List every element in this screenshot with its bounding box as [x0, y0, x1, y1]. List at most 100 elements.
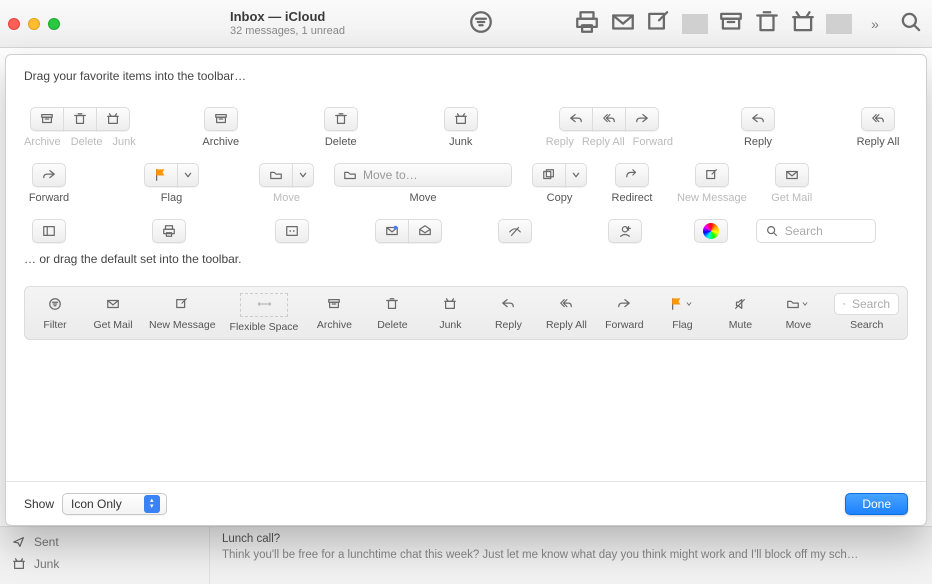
- def-mute[interactable]: Mute: [718, 293, 762, 332]
- print-icon: [152, 219, 186, 243]
- def-replyall[interactable]: Reply All: [544, 293, 588, 332]
- item-forward[interactable]: Forward: [24, 163, 74, 205]
- message-preview: Lunch call? Think you'll be free for a l…: [210, 527, 932, 584]
- message-subject: Lunch call?: [222, 531, 920, 547]
- forward-icon: [625, 107, 659, 131]
- def-flexible-space[interactable]: ⟷Flexible Space: [230, 293, 299, 334]
- archive-icon[interactable]: [718, 9, 744, 38]
- def-newmessage[interactable]: New Message: [149, 293, 216, 332]
- chevron-down-icon: [292, 163, 314, 187]
- def-forward[interactable]: Forward: [602, 293, 646, 332]
- item-unread-read[interactable]: Unread Read: [371, 219, 445, 247]
- def-flag[interactable]: Flag: [660, 293, 704, 332]
- def-filter[interactable]: Filter: [33, 293, 77, 332]
- def-search[interactable]: Search Search: [834, 293, 899, 332]
- item-sidebar[interactable]: Sidebar: [24, 219, 74, 247]
- item-archive-delete-junk-group-disabled[interactable]: Archive Delete Junk: [24, 107, 136, 149]
- done-button[interactable]: Done: [845, 493, 908, 515]
- item-copy[interactable]: Copy: [532, 163, 587, 205]
- close-window[interactable]: [8, 18, 20, 30]
- title-area: Inbox — iCloud 32 messages, 1 unread: [230, 9, 468, 38]
- reply-all-icon: [559, 297, 573, 311]
- item-archive[interactable]: Archive: [196, 107, 246, 149]
- redirect-icon: [615, 163, 649, 187]
- item-print-disabled[interactable]: Print: [144, 219, 194, 247]
- def-move[interactable]: Move: [776, 293, 820, 332]
- sidebar-item-junk[interactable]: Junk: [12, 553, 197, 575]
- sidebar-icon: [32, 219, 66, 243]
- def-reply[interactable]: Reply: [486, 293, 530, 332]
- search-icon[interactable]: [898, 9, 924, 38]
- reply-all-icon: [592, 107, 626, 131]
- chevron-down-icon: [684, 297, 694, 311]
- getmail-icon[interactable]: [574, 9, 600, 38]
- trash-icon[interactable]: [754, 9, 780, 38]
- item-get-mail-disabled[interactable]: Get Mail: [767, 163, 817, 205]
- default-toolbar-set[interactable]: Filter Get Mail New Message ⟷Flexible Sp…: [24, 286, 908, 341]
- junk-icon[interactable]: [790, 9, 816, 38]
- compose-icon: [175, 297, 189, 311]
- search-field: Search: [756, 219, 876, 243]
- reply-icon: [501, 297, 515, 311]
- folder-icon: [343, 168, 357, 182]
- item-redirect[interactable]: Redirect: [607, 163, 657, 205]
- sidebar-peek: Sent Junk: [0, 527, 210, 584]
- separator: [826, 14, 852, 34]
- item-move-disabled[interactable]: Move: [259, 163, 314, 205]
- zoom-window[interactable]: [48, 18, 60, 30]
- item-offline[interactable]: Take All Accounts Offline: [465, 219, 565, 247]
- separator: [682, 14, 708, 34]
- junk-icon: [96, 107, 130, 131]
- item-reply-group-disabled[interactable]: Reply Reply All Forward: [546, 107, 673, 149]
- item-delete[interactable]: Delete: [316, 107, 366, 149]
- chevron-down-icon: [800, 297, 810, 311]
- folder-icon: [786, 297, 800, 311]
- item-new-message-disabled[interactable]: New Message: [677, 163, 747, 205]
- color-wheel-icon: [694, 219, 728, 243]
- reply-all-icon: [861, 107, 895, 131]
- folder-icon: [259, 163, 293, 187]
- drag-instruction: Drag your favorite items into the toolba…: [24, 69, 908, 83]
- item-flag[interactable]: Flag: [144, 163, 199, 205]
- show-label: Show: [24, 497, 54, 511]
- forward-icon: [617, 297, 631, 311]
- def-delete[interactable]: Delete: [370, 293, 414, 332]
- minimize-window[interactable]: [28, 18, 40, 30]
- customize-toolbar-sheet: Drag your favorite items into the toolba…: [5, 54, 927, 526]
- search-icon: [843, 297, 846, 311]
- compose-icon[interactable]: [646, 9, 672, 38]
- item-reply-all[interactable]: Reply All: [853, 107, 903, 149]
- window-subtitle: 32 messages, 1 unread: [230, 25, 468, 38]
- chevron-down-icon: [177, 163, 199, 187]
- main-window-toolbar: Inbox — iCloud 32 messages, 1 unread »: [0, 0, 932, 48]
- mail-icon[interactable]: [610, 9, 636, 38]
- toolbar-item-palette: Archive Delete Junk Archive Delete Junk: [6, 107, 926, 248]
- archive-icon: [30, 107, 64, 131]
- def-getmail[interactable]: Get Mail: [91, 293, 135, 332]
- item-search[interactable]: Search Search: [756, 219, 876, 247]
- item-all-headers[interactable]: All Headers: [264, 219, 321, 247]
- all-headers-icon: [275, 219, 309, 243]
- window-controls[interactable]: [8, 18, 60, 30]
- def-junk[interactable]: Junk: [428, 293, 472, 332]
- show-select[interactable]: Icon Only ▴▾: [62, 493, 167, 515]
- offline-icon: [498, 219, 532, 243]
- reply-icon: [741, 107, 775, 131]
- mail-icon: [106, 297, 120, 311]
- junk-icon: [444, 107, 478, 131]
- reply-icon: [559, 107, 593, 131]
- def-archive[interactable]: Archive: [312, 293, 356, 332]
- item-colors[interactable]: Colors: [686, 219, 736, 247]
- item-add-contacts[interactable]: Add To Contacts: [585, 219, 666, 247]
- sidebar-item-sent[interactable]: Sent: [12, 531, 197, 553]
- trash-icon: [385, 297, 399, 311]
- item-move-to[interactable]: Move to… Move: [334, 163, 512, 205]
- filter-icon[interactable]: [468, 9, 494, 38]
- read-icon: [408, 219, 442, 243]
- item-reply[interactable]: Reply: [733, 107, 783, 149]
- forward-icon: [32, 163, 66, 187]
- add-contact-icon: [608, 219, 642, 243]
- background-mail-content: Sent Junk Lunch call? Think you'll be fr…: [0, 526, 932, 584]
- more-icon[interactable]: »: [862, 16, 888, 32]
- item-junk[interactable]: Junk: [436, 107, 486, 149]
